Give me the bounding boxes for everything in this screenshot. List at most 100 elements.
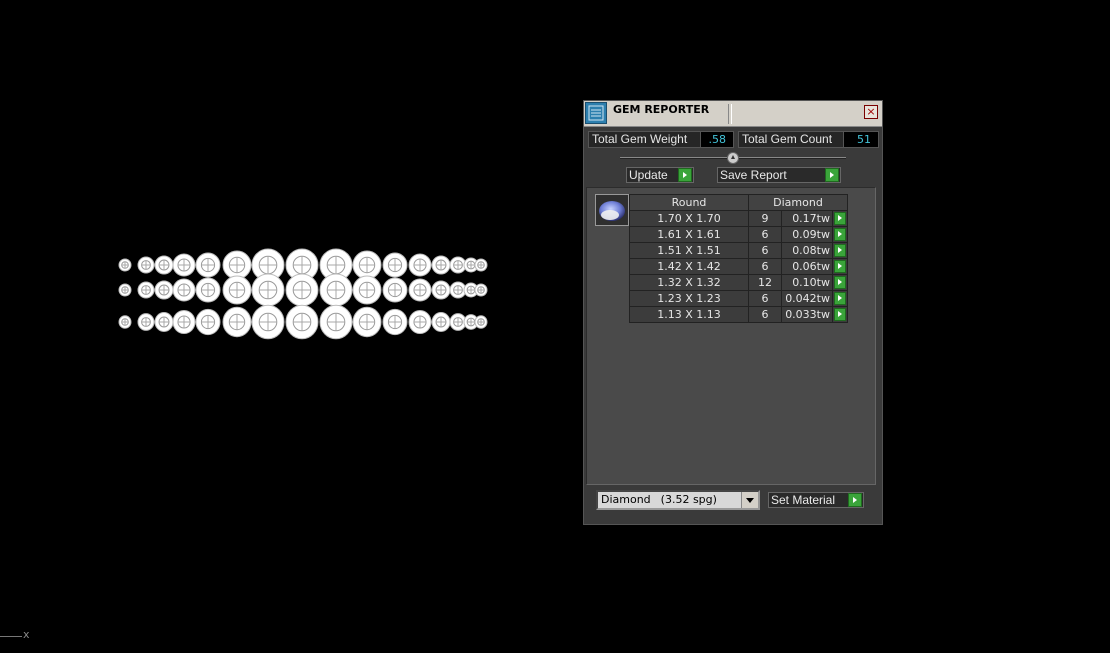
gem-stone: [285, 273, 319, 307]
round-gem-icon: [599, 201, 625, 221]
gem-table: Round Diamond 1.70 X 1.70 9 0.17tw 1.61 X 1…: [629, 194, 848, 323]
gem-stone: [382, 252, 408, 278]
gem-count-cell: 6: [748, 258, 782, 275]
material-select-spg: (3.52 spg): [660, 493, 717, 506]
axis-line: [0, 636, 22, 637]
gem-stone: [251, 273, 285, 307]
gem-reporter-icon: [585, 102, 607, 124]
gem-table-header: Round Diamond: [629, 194, 848, 211]
gem-size-cell: 1.32 X 1.32: [629, 274, 749, 291]
gem-list-area[interactable]: Round Diamond 1.70 X 1.70 9 0.17tw 1.61 X 1…: [586, 187, 876, 485]
gem-count-cell: 9: [748, 210, 782, 227]
material-select[interactable]: Diamond (3.52 spg): [596, 490, 760, 510]
gem-weight-cell: 0.10tw: [781, 274, 833, 291]
3d-viewport[interactable]: x: [0, 0, 1110, 653]
gem-thumbnail[interactable]: [595, 194, 629, 226]
gem-stone: [382, 277, 408, 303]
gem-stone: [352, 250, 382, 280]
gem-stone: [431, 255, 451, 275]
gem-stone: [408, 278, 432, 302]
total-gem-count-value: 51: [843, 131, 879, 148]
select-row-button[interactable]: [834, 276, 846, 289]
set-material-button[interactable]: Set Material: [768, 492, 864, 508]
gem-stone: [408, 309, 432, 335]
row-select-cell: [832, 306, 848, 323]
play-arrow-icon: [848, 493, 862, 507]
gem-size-cell: 1.13 X 1.13: [629, 306, 749, 323]
gem-stone: [319, 273, 353, 307]
row-select-cell: [832, 210, 848, 227]
gem-stone: [474, 315, 488, 329]
gem-reporter-panel: GEM REPORTER × Total Gem Weight .58 Tota…: [583, 100, 883, 525]
gem-size-cell: 1.51 X 1.51: [629, 242, 749, 259]
gem-table-row: 1.42 X 1.42 6 0.06tw: [629, 258, 848, 275]
gem-count-cell: 6: [748, 226, 782, 243]
gem-size-cell: 1.42 X 1.42: [629, 258, 749, 275]
gem-weight-cell: 0.06tw: [781, 258, 833, 275]
chevron-down-icon[interactable]: [741, 492, 758, 508]
gem-stone: [352, 306, 382, 338]
gem-count-cell: 6: [748, 242, 782, 259]
select-row-button[interactable]: [834, 212, 846, 225]
panel-title: GEM REPORTER: [613, 103, 710, 116]
total-gem-count-label: Total Gem Count: [738, 131, 844, 148]
gem-stone: [137, 256, 155, 274]
set-material-button-label: Set Material: [771, 493, 836, 507]
axis-label: x: [23, 628, 30, 641]
material-select-name: Diamond: [601, 493, 651, 506]
gem-count-cell: 12: [748, 274, 782, 291]
panel-titlebar[interactable]: GEM REPORTER ×: [584, 101, 882, 127]
gem-stone: [172, 278, 196, 302]
material-column-header: Diamond: [748, 194, 848, 211]
gem-count-cell: 6: [748, 306, 782, 323]
gem-weight-cell: 0.033tw: [781, 306, 833, 323]
gem-stone: [154, 280, 174, 300]
gem-table-row: 1.70 X 1.70 9 0.17tw: [629, 210, 848, 227]
save-report-button-label: Save Report: [720, 168, 787, 182]
shape-column-header: Round: [629, 194, 749, 211]
gem-stone: [431, 312, 451, 332]
row-select-cell: [832, 274, 848, 291]
axis-indicator: x: [0, 628, 40, 644]
update-button[interactable]: Update: [626, 167, 694, 183]
gem-size-cell: 1.61 X 1.61: [629, 226, 749, 243]
gem-stone: [137, 281, 155, 299]
slider-thumb-arrow-icon: [731, 155, 735, 159]
row-select-cell: [832, 226, 848, 243]
save-report-button[interactable]: Save Report: [717, 167, 841, 183]
select-row-button[interactable]: [834, 228, 846, 241]
select-row-button[interactable]: [834, 260, 846, 273]
select-row-button[interactable]: [834, 244, 846, 257]
close-button[interactable]: ×: [864, 105, 878, 119]
gem-size-cell: 1.70 X 1.70: [629, 210, 749, 227]
gem-stone: [319, 304, 353, 340]
select-row-button[interactable]: [834, 292, 846, 305]
gem-stone: [118, 283, 132, 297]
gem-stone: [431, 280, 451, 300]
gem-stone: [118, 315, 132, 329]
gem-stone: [222, 275, 252, 305]
gem-stone: [251, 304, 285, 340]
gem-stone: [137, 313, 155, 331]
gem-count-cell: 6: [748, 290, 782, 307]
gem-stone: [352, 275, 382, 305]
gem-stone: [154, 312, 174, 332]
gem-weight-cell: 0.042tw: [781, 290, 833, 307]
gem-stone: [222, 306, 252, 338]
select-row-button[interactable]: [834, 308, 846, 321]
gem-stone: [154, 255, 174, 275]
slider-thumb[interactable]: [727, 152, 739, 164]
play-arrow-icon: [678, 168, 692, 182]
row-select-cell: [832, 242, 848, 259]
row-select-cell: [832, 290, 848, 307]
gem-stone: [285, 304, 319, 340]
gem-table-row: 1.61 X 1.61 6 0.09tw: [629, 226, 848, 243]
gem-weight-cell: 0.17tw: [781, 210, 833, 227]
gem-stone: [195, 308, 221, 336]
gem-stone: [474, 283, 488, 297]
gem-stone: [172, 253, 196, 277]
gem-table-row: 1.23 X 1.23 6 0.042tw: [629, 290, 848, 307]
gem-table-row: 1.13 X 1.13 6 0.033tw: [629, 306, 848, 323]
row-select-cell: [832, 258, 848, 275]
gem-table-row: 1.51 X 1.51 6 0.08tw: [629, 242, 848, 259]
